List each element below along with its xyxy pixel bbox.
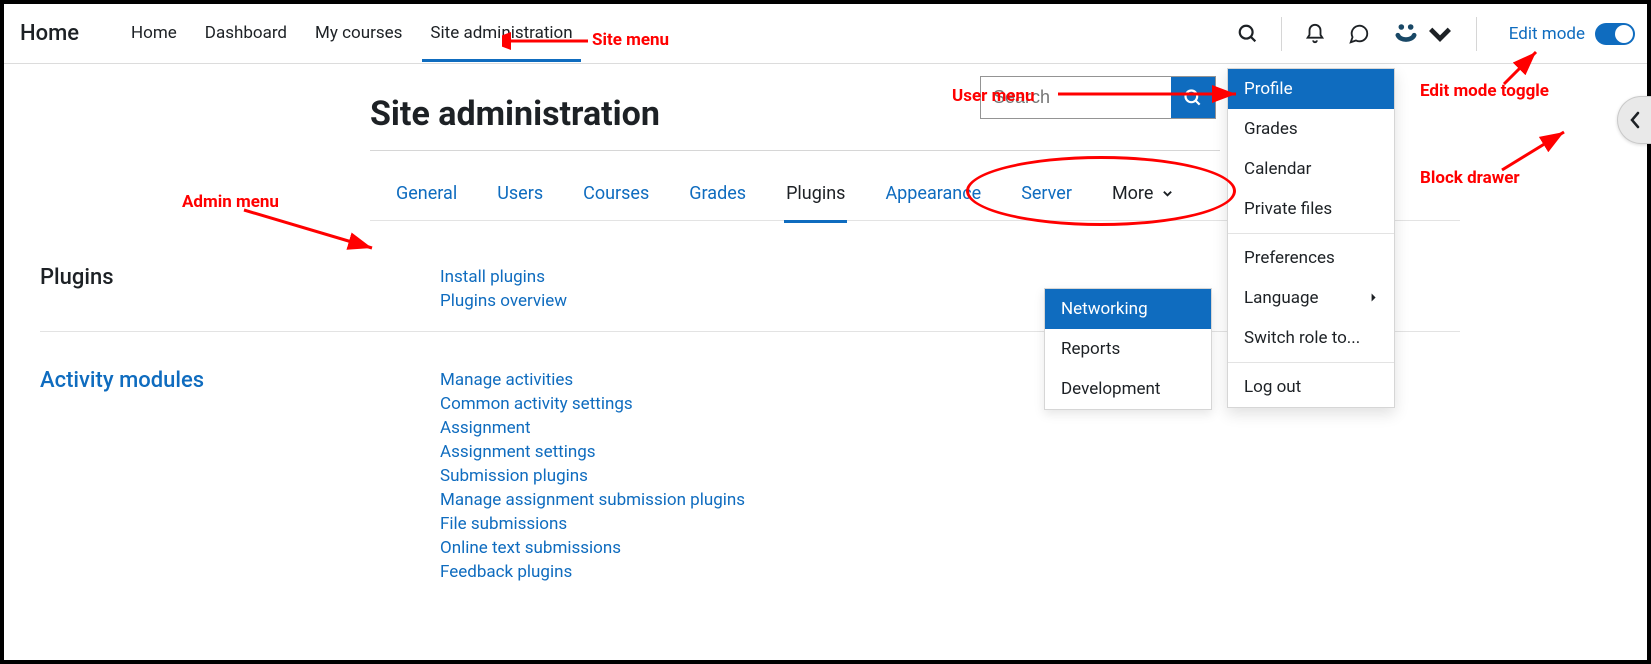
- more-item-networking[interactable]: Networking: [1045, 289, 1211, 329]
- edit-mode-toggle[interactable]: [1595, 23, 1635, 45]
- title-divider: [370, 150, 1220, 151]
- topbar-icon-group: Edit mode: [1237, 17, 1635, 51]
- top-navbar: Home Home Dashboard My courses Site admi…: [4, 4, 1647, 64]
- admin-subnav: General Users Courses Grades Plugins App…: [394, 171, 1611, 223]
- section-heading-plugins: Plugins: [40, 265, 440, 313]
- section-heading-activity-modules[interactable]: Activity modules: [40, 368, 204, 393]
- primary-nav: Home Dashboard My courses Site administr…: [123, 5, 1237, 62]
- link-manage-assignment-submission-plugins[interactable]: Manage assignment submission plugins: [440, 490, 745, 510]
- edit-mode-control: Edit mode: [1509, 23, 1635, 45]
- link-manage-activities[interactable]: Manage activities: [440, 370, 573, 390]
- chevron-right-icon: [1370, 288, 1378, 308]
- admin-search: [980, 76, 1216, 119]
- tab-courses[interactable]: Courses: [581, 171, 651, 223]
- tab-appearance[interactable]: Appearance: [883, 171, 983, 223]
- chevron-down-icon: [1426, 20, 1454, 48]
- tab-server[interactable]: Server: [1019, 171, 1074, 223]
- more-dropdown: Networking Reports Development: [1044, 288, 1212, 410]
- user-item-grades[interactable]: Grades: [1228, 109, 1394, 149]
- link-assignment[interactable]: Assignment: [440, 418, 531, 438]
- tab-plugins[interactable]: Plugins: [784, 171, 847, 223]
- user-item-log-out[interactable]: Log out: [1228, 367, 1394, 407]
- nav-my-courses[interactable]: My courses: [307, 5, 410, 62]
- page-body: Site administration General Users Course…: [4, 64, 1647, 584]
- tab-general[interactable]: General: [394, 171, 459, 223]
- nav-site-administration[interactable]: Site administration: [422, 5, 580, 62]
- chevron-down-icon: [1162, 183, 1173, 204]
- user-menu-divider-2: [1228, 362, 1394, 363]
- user-avatar-button[interactable]: [1392, 20, 1454, 48]
- user-menu-divider-1: [1228, 233, 1394, 234]
- user-item-language[interactable]: Language: [1228, 278, 1394, 318]
- activity-modules-links: Manage activities Common activity settin…: [440, 368, 745, 584]
- plugins-links: Install plugins Plugins overview: [440, 265, 567, 313]
- search-icon: [1183, 88, 1203, 108]
- search-icon[interactable]: [1237, 23, 1259, 45]
- more-item-development[interactable]: Development: [1045, 369, 1211, 409]
- messages-icon[interactable]: [1348, 23, 1370, 45]
- user-item-profile[interactable]: Profile: [1228, 69, 1394, 109]
- user-item-preferences[interactable]: Preferences: [1228, 238, 1394, 278]
- tab-more[interactable]: More: [1110, 171, 1175, 223]
- brand-title: Home: [16, 21, 83, 46]
- toolbar-divider-2: [1476, 17, 1477, 51]
- user-dropdown: Profile Grades Calendar Private files Pr…: [1227, 68, 1395, 408]
- edit-mode-label: Edit mode: [1509, 24, 1585, 44]
- toolbar-divider: [1281, 17, 1282, 51]
- link-submission-plugins[interactable]: Submission plugins: [440, 466, 588, 486]
- link-assignment-settings[interactable]: Assignment settings: [440, 442, 596, 462]
- nav-dashboard[interactable]: Dashboard: [197, 5, 295, 62]
- user-item-switch-role[interactable]: Switch role to...: [1228, 318, 1394, 358]
- more-item-reports[interactable]: Reports: [1045, 329, 1211, 369]
- nav-home[interactable]: Home: [123, 5, 185, 62]
- tab-grades[interactable]: Grades: [687, 171, 748, 223]
- link-plugins-overview[interactable]: Plugins overview: [440, 291, 567, 311]
- link-common-activity-settings[interactable]: Common activity settings: [440, 394, 633, 414]
- tab-more-label: More: [1112, 183, 1153, 204]
- link-feedback-plugins[interactable]: Feedback plugins: [440, 562, 572, 582]
- bell-icon[interactable]: [1304, 23, 1326, 45]
- user-item-private-files[interactable]: Private files: [1228, 189, 1394, 229]
- link-install-plugins[interactable]: Install plugins: [440, 267, 545, 287]
- search-input[interactable]: [981, 77, 1171, 118]
- smile-avatar-icon: [1392, 20, 1420, 48]
- search-button[interactable]: [1171, 77, 1215, 118]
- tab-users[interactable]: Users: [495, 171, 545, 223]
- link-file-submissions[interactable]: File submissions: [440, 514, 567, 534]
- user-item-language-label: Language: [1244, 288, 1319, 308]
- link-online-text-submissions[interactable]: Online text submissions: [440, 538, 621, 558]
- user-item-calendar[interactable]: Calendar: [1228, 149, 1394, 189]
